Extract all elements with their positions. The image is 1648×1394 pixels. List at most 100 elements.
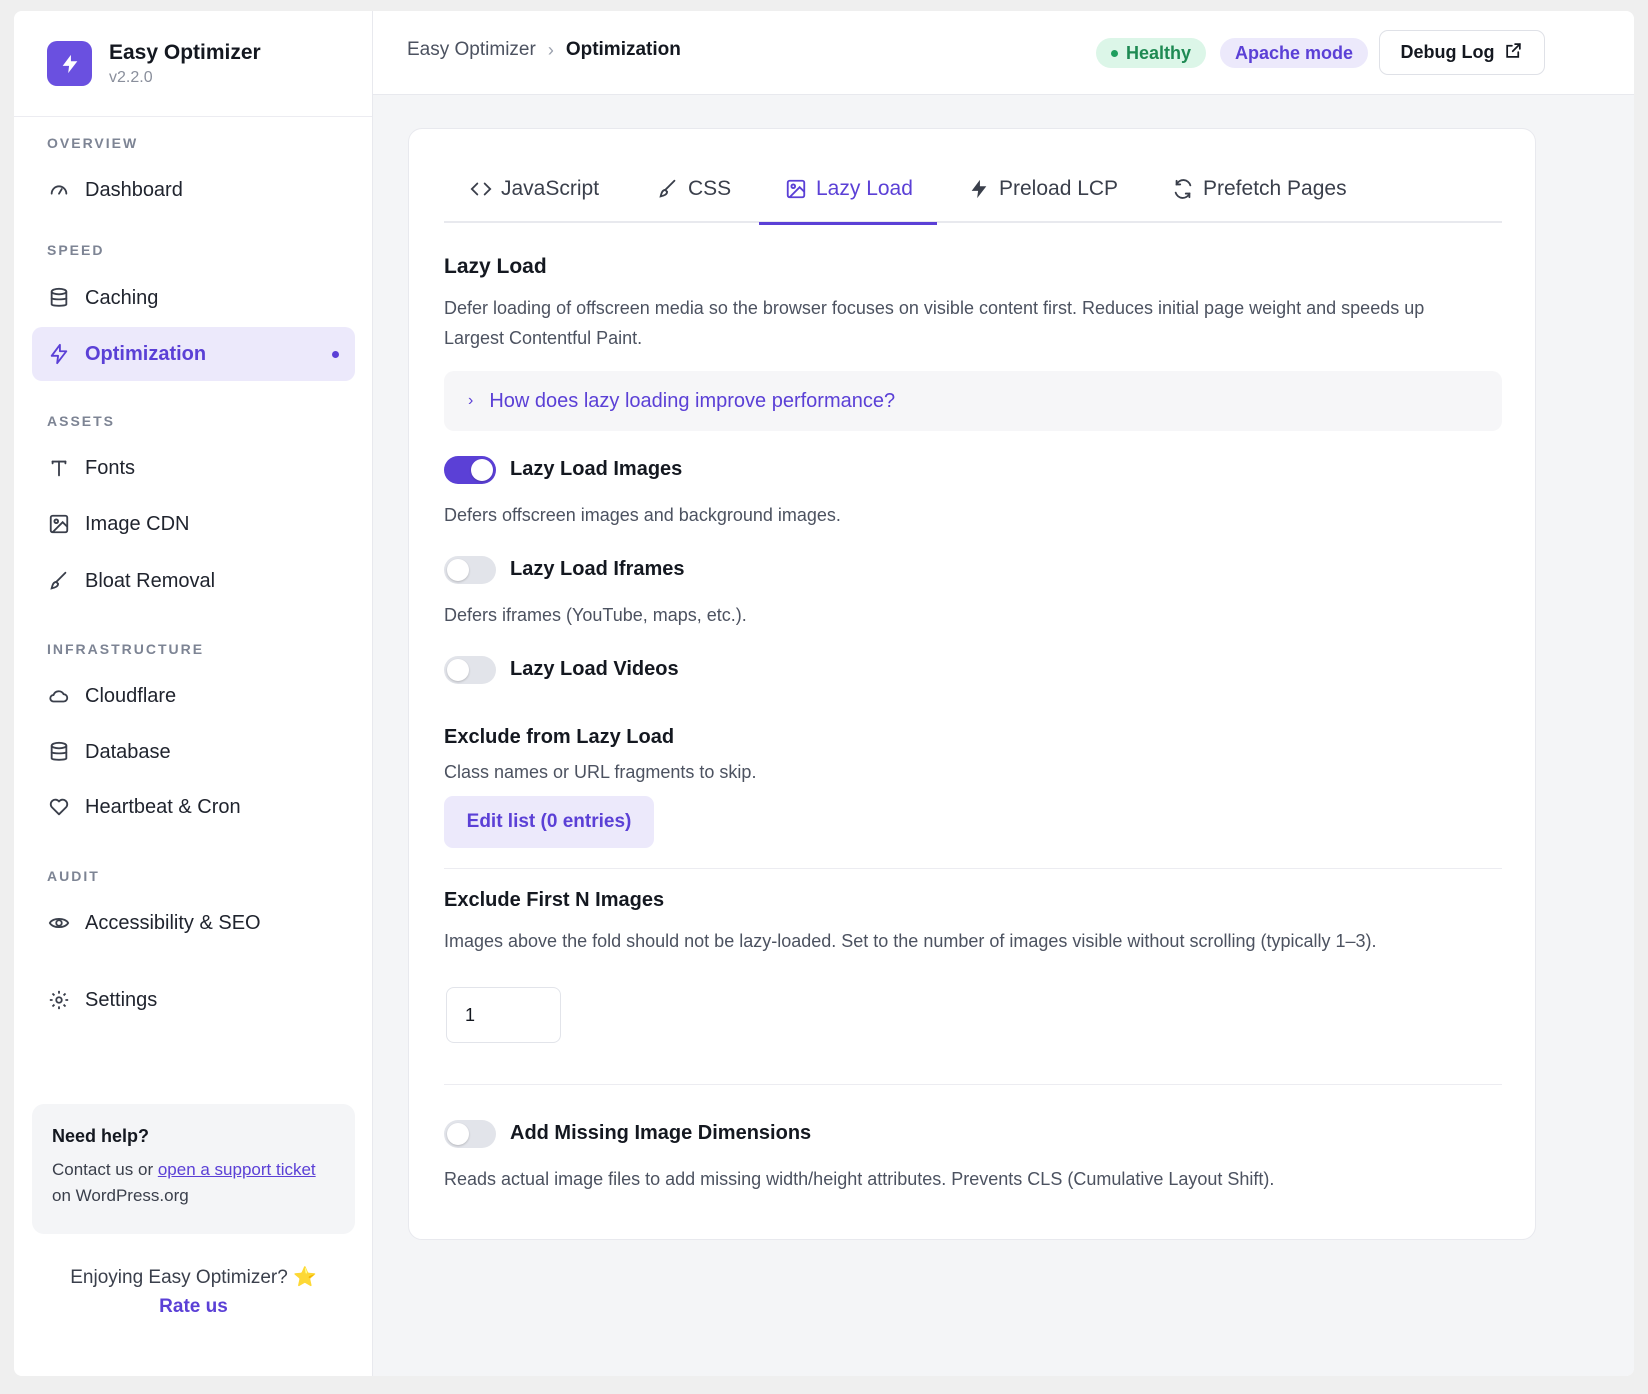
breadcrumb: Easy Optimizer › Optimization	[407, 39, 681, 61]
brand-version: v2.2.0	[109, 68, 153, 86]
brush-icon	[659, 179, 676, 198]
sidebar-item-label: Bloat Removal	[85, 569, 216, 592]
breadcrumb-root[interactable]: Easy Optimizer	[407, 39, 536, 61]
gear-icon	[47, 988, 71, 1012]
sidebar-item-label: Cloudflare	[85, 684, 177, 707]
help-text: Contact us or open a support ticket on W…	[52, 1157, 335, 1209]
image-icon	[47, 512, 71, 536]
tab-label: JavaScript	[501, 177, 600, 200]
exclude-title: Exclude from Lazy Load	[444, 726, 675, 748]
exclude-first-desc: Images above the fold should not be lazy…	[444, 931, 1377, 951]
section-infrastructure: INFRASTRUCTURE	[47, 641, 205, 657]
bolt-icon	[47, 342, 71, 366]
sidebar-item-database[interactable]: Database	[32, 725, 355, 779]
external-link-icon	[1504, 41, 1523, 65]
sidebar-item-label: Optimization	[85, 342, 207, 365]
toggle-knob	[447, 659, 469, 681]
exclude-first-title: Exclude First N Images	[444, 889, 665, 911]
tab-bar: JavaScript CSS Lazy Load Preload LCP Pre…	[444, 155, 1502, 225]
sidebar-item-caching[interactable]: Caching	[32, 271, 355, 325]
tab-prefetch-pages[interactable]: Prefetch Pages	[1172, 155, 1347, 223]
help-text-after: on WordPress.org	[52, 1186, 189, 1205]
sidebar-item-accessibility[interactable]: Accessibility & SEO	[32, 896, 355, 950]
sidebar-item-label: Fonts	[85, 456, 136, 479]
debug-log-label: Debug Log	[1400, 42, 1495, 62]
mode-badge: Apache mode	[1220, 38, 1369, 68]
lazy-load-iframes-label: Lazy Load Iframes	[510, 558, 685, 580]
section-assets: ASSETS	[47, 413, 116, 429]
section-speed: SPEED	[47, 242, 105, 258]
sidebar-item-label: Dashboard	[85, 178, 183, 201]
lazy-load-images-toggle[interactable]	[444, 456, 496, 484]
help-text-before: Contact us or	[52, 1160, 158, 1179]
code-icon	[470, 182, 492, 196]
status-badge: Healthy	[1096, 38, 1207, 68]
rate-us-link[interactable]: Rate us	[14, 1296, 373, 1318]
lazy-load-videos-label: Lazy Load Videos	[510, 658, 679, 680]
lazy-load-videos-toggle[interactable]	[444, 656, 496, 684]
toggle-knob	[447, 1123, 469, 1145]
exclude-desc: Class names or URL fragments to skip.	[444, 762, 757, 782]
toggle-knob	[471, 459, 493, 481]
main-area: Easy Optimizer › Optimization Healthy Ap…	[373, 11, 1634, 1376]
tab-lazy-load[interactable]: Lazy Load	[759, 155, 937, 225]
lazy-load-iframes-desc: Defers iframes (YouTube, maps, etc.).	[444, 605, 747, 625]
divider	[444, 1084, 1502, 1085]
topbar: Easy Optimizer › Optimization Healthy Ap…	[373, 11, 1634, 95]
enjoy-text: Enjoying Easy Optimizer? ⭐	[70, 1267, 317, 1288]
debug-log-button[interactable]: Debug Log	[1379, 30, 1545, 75]
heart-icon	[47, 795, 71, 819]
sidebar-item-heartbeat[interactable]: Heartbeat & Cron	[32, 780, 355, 834]
sidebar-item-dashboard[interactable]: Dashboard	[32, 163, 355, 217]
sidebar-item-cloudflare[interactable]: Cloudflare	[32, 669, 355, 723]
bolt-logo-icon	[47, 41, 92, 86]
lazy-load-title: Lazy Load	[444, 255, 547, 278]
brand-name: Easy Optimizer	[109, 40, 261, 64]
gauge-icon	[47, 178, 71, 202]
add-dimensions-label: Add Missing Image Dimensions	[510, 1122, 812, 1144]
active-indicator	[332, 351, 339, 358]
bolt-icon	[971, 179, 987, 199]
app-window: Easy Optimizer v2.2.0 OVERVIEW Dashboard…	[14, 11, 1634, 1376]
sidebar-item-settings[interactable]: Settings	[32, 973, 355, 1027]
lazy-load-iframes-toggle[interactable]	[444, 556, 496, 584]
help-title: Need help?	[52, 1126, 150, 1146]
tab-label: Prefetch Pages	[1203, 177, 1347, 200]
brand: Easy Optimizer v2.2.0	[14, 11, 372, 117]
sidebar-item-bloat-removal[interactable]: Bloat Removal	[32, 554, 355, 608]
support-ticket-link[interactable]: open a support ticket	[158, 1160, 316, 1179]
exclude-first-n-input[interactable]	[446, 987, 561, 1043]
sidebar-item-label: Caching	[85, 286, 159, 309]
tab-javascript[interactable]: JavaScript	[470, 155, 599, 223]
sidebar-item-label: Image CDN	[85, 512, 190, 535]
sidebar-item-image-cdn[interactable]: Image CDN	[32, 497, 355, 551]
section-audit: AUDIT	[47, 868, 100, 884]
status-badge-label: Healthy	[1126, 42, 1192, 63]
faq-label: How does lazy loading improve performanc…	[489, 389, 896, 412]
faq-accordion[interactable]: › How does lazy loading improve performa…	[444, 371, 1502, 431]
sidebar-item-label: Database	[85, 740, 171, 763]
tab-preload-lcp[interactable]: Preload LCP	[968, 155, 1118, 223]
type-icon	[47, 456, 71, 480]
edit-exclude-list-button[interactable]: Edit list (0 entries)	[444, 796, 654, 848]
settings-card: JavaScript CSS Lazy Load Preload LCP Pre…	[408, 128, 1536, 1240]
tab-css[interactable]: CSS	[657, 155, 731, 223]
image-icon	[786, 179, 806, 198]
sidebar-item-optimization[interactable]: Optimization	[32, 327, 355, 381]
sidebar-item-label: Heartbeat & Cron	[85, 795, 241, 818]
lazy-load-images-label: Lazy Load Images	[510, 458, 683, 480]
breadcrumb-current: Optimization	[565, 39, 681, 60]
database-icon	[47, 740, 71, 764]
add-dimensions-toggle[interactable]	[444, 1120, 496, 1148]
sidebar: Easy Optimizer v2.2.0 OVERVIEW Dashboard…	[14, 11, 373, 1376]
refresh-icon	[1174, 179, 1192, 199]
chevron-right-icon: ›	[468, 392, 474, 409]
tab-label: Lazy Load	[816, 176, 913, 200]
cloud-icon	[47, 684, 71, 708]
sidebar-item-label: Settings	[85, 988, 158, 1011]
sidebar-item-fonts[interactable]: Fonts	[32, 441, 355, 495]
lazy-load-images-desc: Defers offscreen images and background i…	[444, 505, 841, 525]
help-box: Need help? Contact us or open a support …	[32, 1104, 355, 1234]
tab-label: Preload LCP	[999, 177, 1119, 200]
chevron-right-icon: ›	[547, 39, 554, 60]
